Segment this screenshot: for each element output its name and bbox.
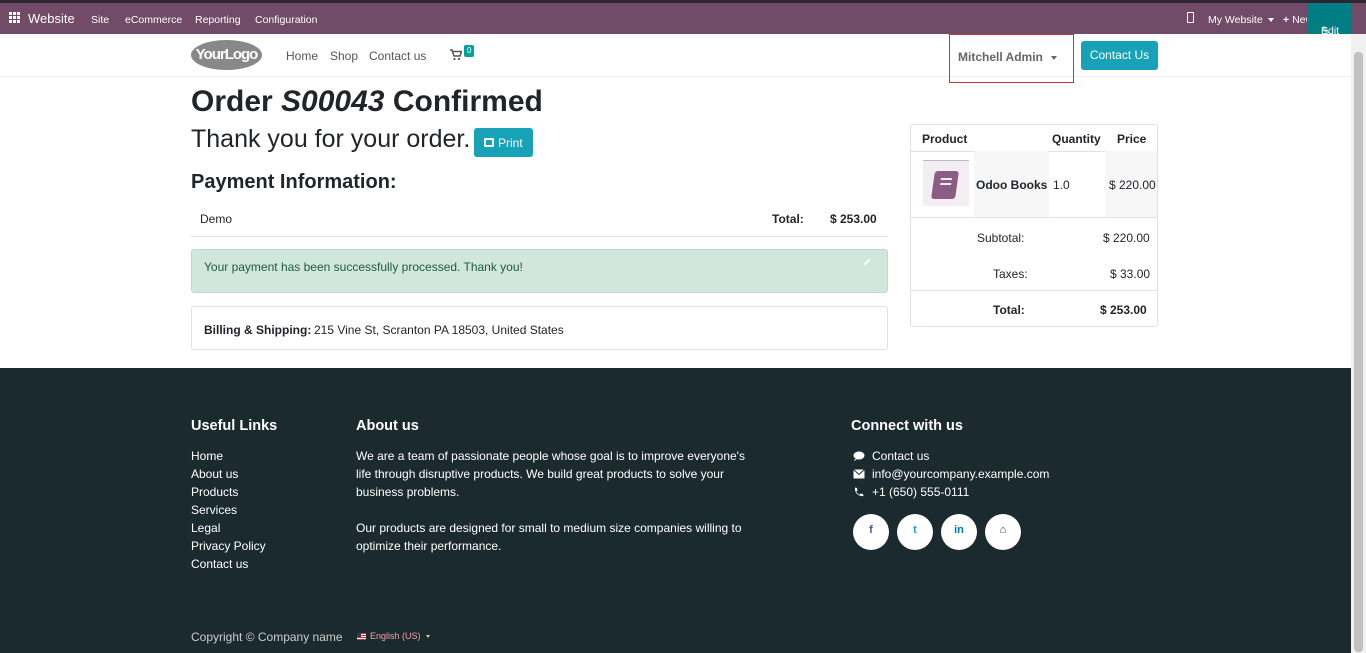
nav-contact-us[interactable]: Contact us (369, 49, 426, 63)
connect-email[interactable]: info@yourcompany.example.com (872, 467, 1049, 481)
footer-link-contact[interactable]: Contact us (191, 557, 248, 571)
title-prefix: Order (191, 85, 273, 118)
taxes-value: $ 33.00 (1110, 267, 1151, 281)
header-quantity: Quantity (1052, 132, 1101, 146)
chevron-down-icon (1267, 18, 1274, 23)
contact-us-button[interactable]: Contact Us (1081, 41, 1158, 70)
print-label: Print (498, 136, 523, 150)
product-image[interactable] (923, 160, 969, 206)
footer-link-products[interactable]: Products (191, 485, 238, 499)
footer-link-privacy[interactable]: Privacy Policy (191, 539, 266, 553)
language-label: English (US) (370, 631, 421, 641)
website-admin-bar: Website Site eCommerce Reporting Configu… (0, 3, 1366, 37)
linkedin-icon[interactable]: in (941, 514, 977, 550)
billing-address: 215 Vine St, Scranton PA 18503, United S… (314, 323, 564, 337)
footer-link-home[interactable]: Home (191, 449, 223, 463)
mobile-preview-icon[interactable] (1187, 12, 1194, 23)
nav-home[interactable]: Home (286, 49, 318, 63)
billing-label: Billing & Shipping: (204, 323, 312, 337)
menu-ecommerce[interactable]: eCommerce (125, 14, 182, 26)
book-icon (931, 171, 959, 199)
facebook-icon[interactable]: f (853, 514, 889, 550)
product-quantity: 1.0 (1053, 178, 1070, 192)
footer-link-legal[interactable]: Legal (191, 521, 220, 535)
cart-icon[interactable] (450, 49, 462, 61)
header-price: Price (1117, 132, 1147, 146)
language-selector[interactable]: English (US) (357, 631, 431, 641)
nav-shop[interactable]: Shop (330, 49, 358, 63)
print-button[interactable]: Print (474, 128, 533, 157)
divider (911, 290, 1157, 291)
chevron-down-icon (426, 635, 431, 639)
about-paragraph-2: Our products are designed for small to m… (356, 521, 742, 553)
title-suffix: Confirmed (392, 85, 543, 118)
page-scrollbar[interactable] (1351, 34, 1366, 653)
about-heading: About us (356, 418, 419, 434)
about-paragraph-1: We are a team of passionate people whose… (356, 449, 745, 499)
comment-icon (853, 451, 865, 461)
total-label: Total: (993, 303, 1025, 317)
payment-total-value: $ 253.00 (830, 212, 877, 226)
thank-you-heading: Thank you for your order. (191, 125, 471, 153)
menu-reporting[interactable]: Reporting (195, 14, 241, 26)
payment-success-alert: Your payment has been successfully proce… (191, 249, 888, 293)
menu-site[interactable]: Site (91, 14, 109, 26)
taxes-label: Taxes: (993, 267, 1028, 281)
subtotal-label: Subtotal: (977, 231, 1025, 245)
us-flag-icon (357, 633, 366, 641)
user-menu[interactable]: Mitchell Admin (949, 34, 1074, 83)
phone-icon (854, 487, 864, 497)
printer-icon (484, 138, 494, 147)
scrollbar-thumb[interactable] (1354, 52, 1363, 652)
alert-message: Your payment has been successfully proce… (204, 260, 523, 274)
plus-icon: + (1283, 14, 1290, 26)
order-summary-table: Product Quantity Price Odoo Books 1.0 $ … (910, 124, 1158, 327)
connect-contact-us[interactable]: Contact us (872, 449, 929, 463)
site-logo[interactable]: YourLogo (191, 40, 262, 70)
payment-heading: Payment Information: (191, 171, 397, 193)
copyright: Copyright © Company name (191, 630, 343, 644)
home-icon[interactable]: ⌂ (985, 514, 1021, 550)
app-brand[interactable]: Website (28, 11, 75, 26)
order-number: S00043 (281, 85, 385, 118)
apps-menu-icon[interactable] (9, 12, 20, 23)
my-website-dropdown[interactable]: My Website (1208, 14, 1274, 26)
payment-total-label: Total: (772, 212, 804, 226)
header-product: Product (922, 132, 968, 146)
pencil-icon[interactable] (863, 258, 871, 266)
connect-phone[interactable]: +1 (650) 555-0111 (872, 485, 969, 499)
connect-heading: Connect with us (851, 418, 963, 434)
my-website-label: My Website (1208, 14, 1263, 26)
site-header: YourLogo Home Shop Contact us 0 Mitchell… (0, 34, 1351, 83)
cart-count-badge: 0 (464, 45, 475, 57)
footer-link-services[interactable]: Services (191, 503, 237, 517)
payment-method: Demo (200, 212, 233, 226)
payment-row: Demo Total: $ 253.00 (191, 200, 888, 237)
product-name[interactable]: Odoo Books (976, 178, 1047, 192)
edit-button[interactable]: ✎ Edit (1307, 3, 1351, 37)
menu-configuration[interactable]: Configuration (255, 14, 317, 26)
useful-links-heading: Useful Links (191, 418, 278, 434)
subtotal-value: $ 220.00 (1103, 231, 1150, 245)
site-footer: Useful Links Home About us Products Serv… (0, 368, 1351, 653)
page-title: Order S00043 Confirmed (191, 85, 543, 119)
total-value: $ 253.00 (1100, 303, 1147, 317)
user-name: Mitchell Admin (958, 50, 1043, 64)
footer-link-about[interactable]: About us (191, 467, 238, 481)
envelope-icon (853, 469, 865, 479)
chevron-down-icon (1051, 56, 1057, 60)
twitter-icon[interactable]: t (897, 514, 933, 550)
divider (911, 217, 1157, 218)
product-price: $ 220.00 (1109, 178, 1156, 192)
billing-shipping-card: Billing & Shipping: 215 Vine St, Scranto… (191, 306, 888, 350)
